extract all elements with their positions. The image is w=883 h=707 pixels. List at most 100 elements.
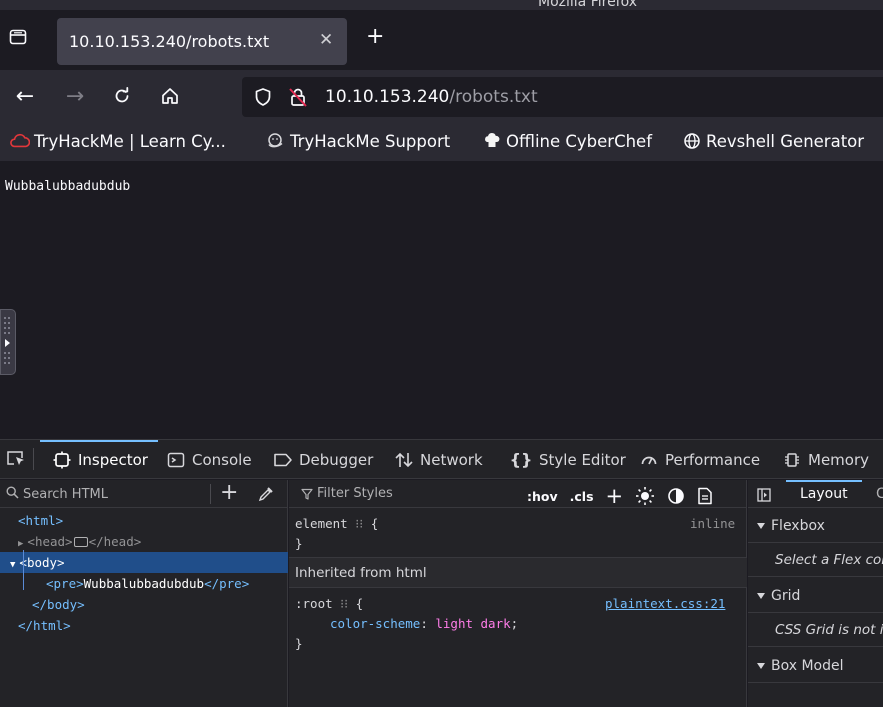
shield-icon[interactable] (253, 87, 273, 111)
add-node-icon[interactable]: + (220, 482, 238, 504)
pre-text-node: Wubbalubbadubdub (83, 576, 205, 591)
boxmodel-section-header[interactable]: Box Model (748, 650, 883, 683)
debugger-icon (273, 450, 293, 470)
bookmarks-toolbar: TryHackMe | Learn Cy... TryHackMe Suppor… (0, 124, 883, 161)
tryhackme-icon (10, 131, 30, 151)
bookmark-tryhackme-support[interactable]: TryHackMe Support (266, 131, 450, 151)
sidebar-toggle-icon[interactable] (757, 487, 771, 506)
tab-label: Memory (808, 450, 870, 469)
performance-icon (639, 450, 659, 470)
eyedropper-icon[interactable] (258, 486, 274, 506)
search-html-field[interactable]: Search HTML (6, 486, 108, 503)
tree-node-pre[interactable]: <pre>Wubbalubbadubdub</pre> (46, 573, 249, 594)
boxmodel-label: Box Model (771, 658, 844, 674)
property-name: color-scheme (330, 616, 421, 631)
tab-memory[interactable]: Memory (782, 440, 869, 479)
tree-node-body[interactable]: ▼ <body> (0, 552, 288, 573)
rule-declaration[interactable]: color-scheme: light dark; (330, 614, 518, 634)
chef-icon (482, 131, 502, 151)
tab-strip: 10.10.153.240/robots.txt ✕ + (0, 10, 883, 70)
reload-icon[interactable] (110, 84, 134, 108)
tree-node-html-close[interactable]: </html> (18, 615, 71, 636)
tab-layout[interactable]: Layout (800, 486, 848, 502)
tab-inspector[interactable]: Inspector (40, 440, 158, 479)
property-value: light dark (435, 616, 511, 631)
pre-close-tag: </pre> (204, 576, 250, 591)
flexbox-label: Flexbox (771, 518, 825, 534)
head-open-tag: <head> (27, 534, 73, 549)
rule-close-brace: } (295, 636, 303, 651)
home-icon[interactable] (158, 84, 182, 108)
collapse-arrow-icon[interactable]: ▼ (10, 560, 15, 570)
style-editor-icon: {} (509, 450, 533, 469)
flexbox-section-header[interactable]: Flexbox (748, 510, 883, 543)
tab-debugger[interactable]: Debugger (273, 440, 373, 479)
tree-indent-guide (23, 550, 24, 590)
rule-close-brace: } (295, 536, 303, 551)
cls-toggle[interactable]: .cls (570, 489, 594, 504)
memory-icon (782, 450, 802, 470)
url-path: /robots.txt (449, 87, 538, 107)
window-title: Mozilla Firefox (538, 0, 638, 10)
rule-selector-line: element ⁝⁝ { (295, 516, 379, 531)
close-icon[interactable]: ✕ (319, 30, 333, 50)
source-link-text: plaintext.css:21 (605, 596, 726, 611)
add-rule-icon[interactable]: + (606, 484, 624, 508)
active-tab-indicator (786, 480, 862, 482)
bookmark-offline-cyberchef[interactable]: Offline CyberChef (482, 131, 652, 151)
bookmark-label: TryHackMe | Learn Cy... (34, 131, 226, 151)
search-html-placeholder: Search HTML (23, 487, 108, 502)
print-document-icon[interactable] (697, 487, 713, 505)
contrast-icon[interactable] (667, 487, 685, 505)
tree-node-html[interactable]: <html> (18, 510, 63, 531)
bookmark-label: Revshell Generator (706, 131, 865, 151)
tab-label: Inspector (78, 450, 148, 469)
forward-arrow-icon[interactable]: → (63, 84, 87, 109)
address-bar[interactable]: 10.10.153.240/robots.txt (242, 77, 883, 117)
insecure-lock-icon[interactable] (287, 86, 309, 112)
tree-node-head[interactable]: ▶ <head> </head> (18, 531, 141, 552)
tab-title: 10.10.153.240/robots.txt (69, 32, 270, 51)
pre-open-tag: <pre> (46, 576, 84, 591)
rule-source: inline (690, 516, 736, 531)
grid-section-header[interactable]: Grid (748, 580, 883, 613)
browser-tab[interactable]: 10.10.153.240/robots.txt ✕ (57, 18, 347, 65)
hov-toggle[interactable]: :hov (527, 489, 558, 504)
collapse-arrow-icon (757, 593, 765, 599)
element-picker-icon[interactable] (6, 450, 26, 472)
console-icon (166, 450, 186, 470)
expand-arrow-icon[interactable]: ▶ (18, 539, 23, 549)
tree-node-body-close[interactable]: </body> (32, 594, 85, 615)
head-close-tag: </head> (88, 534, 142, 549)
grid-highlighter-icon[interactable]: ⁝⁝ (355, 516, 370, 531)
new-tab-icon[interactable]: + (366, 26, 384, 48)
filter-styles-field[interactable]: Filter Styles (301, 486, 393, 501)
tab-performance[interactable]: Performance (639, 440, 760, 479)
sidebar-toggle-handle[interactable] (0, 309, 16, 375)
tab-computed[interactable]: C (876, 486, 883, 502)
tab-network[interactable]: Network (394, 440, 483, 479)
tab-style-editor[interactable]: {} Style Editor (509, 440, 626, 479)
rule-selector[interactable]: :root (295, 596, 333, 611)
window-titlebar: Mozilla Firefox (0, 0, 883, 10)
rules-toolbar: Filter Styles :hov .cls + (289, 480, 746, 508)
page-content: Wubbalubbadubdub (0, 161, 883, 439)
network-icon (394, 450, 414, 470)
bookmark-revshell-generator[interactable]: Revshell Generator (682, 131, 864, 151)
tab-console[interactable]: Console (166, 440, 252, 479)
tab-label: Debugger (299, 450, 374, 469)
html-close-tag: </html> (18, 618, 71, 633)
bookmark-tryhackme[interactable]: TryHackMe | Learn Cy... (10, 131, 226, 151)
collapsed-content-icon[interactable] (73, 536, 88, 547)
tab-label: Style Editor (539, 450, 626, 469)
light-scheme-sun-icon[interactable] (635, 486, 655, 506)
grid-label: Grid (771, 588, 801, 604)
body-open-tag: <body> (19, 555, 65, 570)
list-all-tabs-icon[interactable] (8, 27, 28, 47)
bookmark-label: Offline CyberChef (506, 131, 653, 151)
rule-selector[interactable]: element (295, 516, 348, 531)
devtools-toolbar: Inspector Console Debugger Network {} St… (0, 439, 883, 479)
grid-highlighter-icon[interactable]: ⁝⁝ (340, 596, 355, 611)
rule-source-link[interactable]: plaintext.css:21 (605, 594, 725, 614)
back-arrow-icon[interactable]: ← (13, 84, 37, 109)
